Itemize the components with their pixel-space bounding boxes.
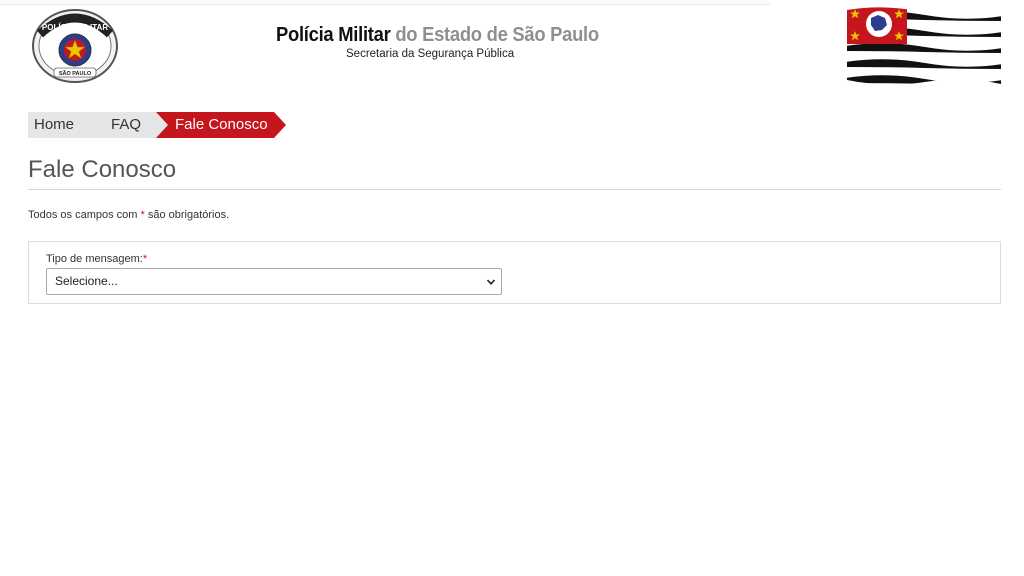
site-title: Polícia Militar do Estado de São Paulo <box>276 24 599 47</box>
sao-paulo-flag-icon <box>847 7 1001 85</box>
title-divider <box>28 189 1001 190</box>
site-subtitle: Secretaria da Segurança Pública <box>346 48 515 60</box>
required-fields-note: Todos os campos com * são obrigatórios. <box>28 209 229 221</box>
site-title-light: do Estado de São Paulo <box>390 24 599 46</box>
required-note-text-end: são obrigatórios. <box>144 209 230 221</box>
contact-form-panel: Tipo de mensagem:* Selecione... <box>28 241 1001 304</box>
message-type-label-text: Tipo de mensagem: <box>46 253 143 265</box>
message-type-select[interactable]: Selecione... <box>46 268 502 295</box>
pm-sp-badge-icon: POLÍCIA MILITAR SÃO PAULO <box>32 9 118 83</box>
breadcrumb-home[interactable]: Home <box>28 112 108 138</box>
page-title: Fale Conosco <box>28 156 177 183</box>
message-type-label: Tipo de mensagem:* <box>46 253 147 265</box>
badge-text-bottom: SÃO PAULO <box>59 70 92 77</box>
breadcrumb-fale-conosco[interactable]: Fale Conosco <box>156 112 286 138</box>
required-note-text-start: Todos os campos com <box>28 209 141 221</box>
message-type-required-asterisk: * <box>142 253 148 265</box>
site-title-bold: Polícia Militar <box>276 24 391 46</box>
chevron-down-icon <box>486 279 496 285</box>
site-title-block: Polícia Militar do Estado de São Paulo S… <box>276 24 599 60</box>
badge-text-top: POLÍCIA MILITAR <box>42 23 108 32</box>
site-header: POLÍCIA MILITAR SÃO PAULO Polícia Milita… <box>0 0 1024 92</box>
message-type-selected-value: Selecione... <box>55 274 118 288</box>
